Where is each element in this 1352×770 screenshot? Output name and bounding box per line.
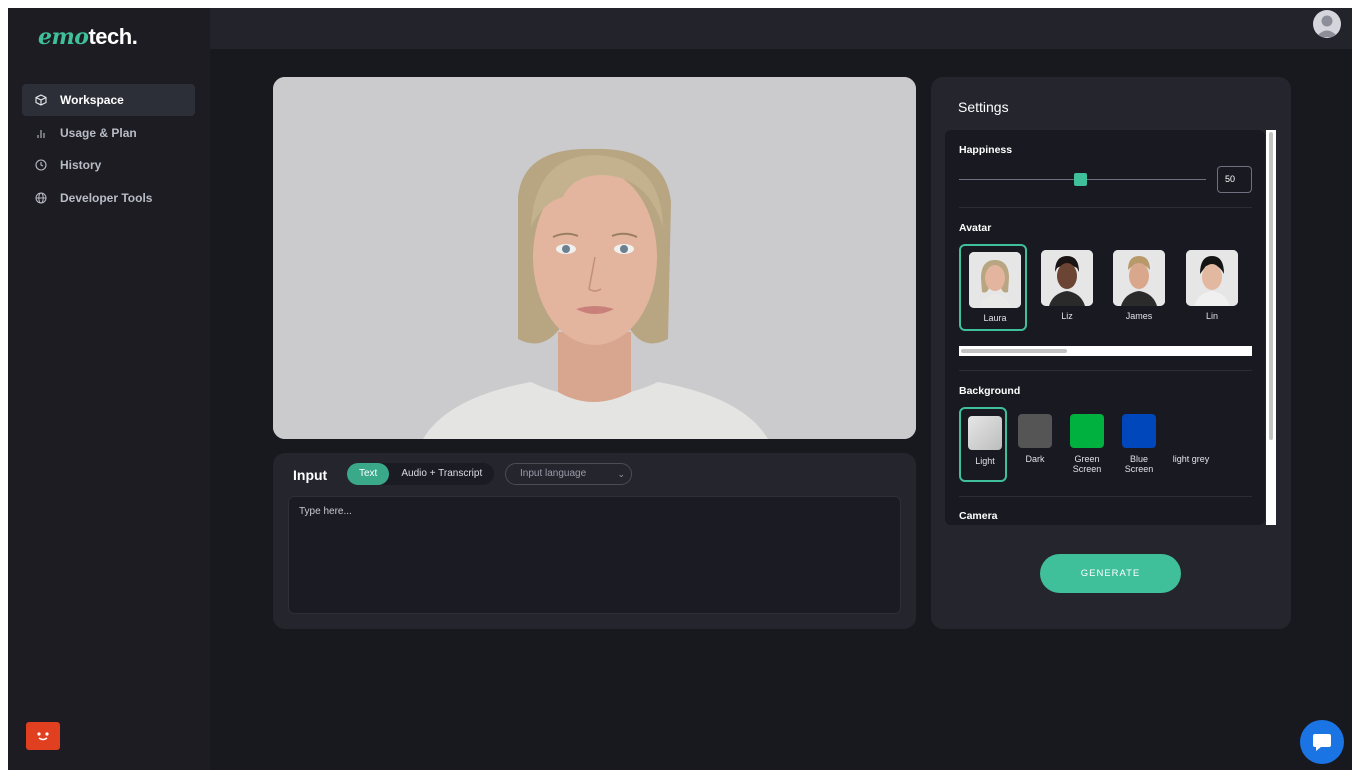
- input-title: Input: [293, 467, 328, 483]
- emotech-logo[interactable]: emotech.: [38, 24, 138, 50]
- avatar-option-lin[interactable]: Lin: [1178, 244, 1246, 331]
- background-option-light[interactable]: Light: [959, 407, 1007, 482]
- background-options: Light Dark Green Screen Blue Screen ligh…: [959, 407, 1252, 483]
- sidebar-item-developer-tools[interactable]: Developer Tools: [22, 182, 195, 214]
- background-swatch: [1018, 414, 1052, 448]
- settings-vertical-scrollbar[interactable]: [1266, 130, 1276, 525]
- sidebar-item-label: Developer Tools: [60, 190, 153, 205]
- background-name: Blue Screen: [1124, 454, 1154, 474]
- logo-prefix: emo: [38, 24, 89, 50]
- background-swatch: [1122, 414, 1156, 448]
- cube-icon: [34, 93, 48, 107]
- settings-panel: Settings Happiness 50 Avatar Laura Liz J…: [931, 77, 1291, 629]
- avatar-options: Laura Liz James Lin: [959, 244, 1252, 332]
- tab-text[interactable]: Text: [347, 463, 390, 485]
- text-input-area[interactable]: Type here...: [288, 496, 901, 614]
- avatar-thumbnail: [1113, 250, 1165, 306]
- avatar-render-image: [273, 77, 916, 439]
- sidebar-item-workspace[interactable]: Workspace: [22, 84, 195, 116]
- text-input-placeholder: Type here...: [299, 506, 352, 517]
- scrollbar-thumb[interactable]: [1269, 132, 1273, 440]
- sidebar: emotech. Workspace Usage & Plan History …: [8, 8, 210, 770]
- scrollbar-thumb[interactable]: [961, 349, 1067, 353]
- input-language-placeholder: Input language: [520, 468, 587, 479]
- happiness-slider-thumb[interactable]: [1074, 173, 1087, 186]
- happiness-value-input[interactable]: 50: [1217, 166, 1252, 193]
- sidebar-item-usage-plan[interactable]: Usage & Plan: [22, 117, 195, 149]
- user-avatar-icon[interactable]: [1313, 10, 1341, 38]
- camera-label: Camera: [959, 510, 998, 522]
- sidebar-item-history[interactable]: History: [22, 149, 195, 181]
- background-name: Light: [975, 456, 995, 466]
- background-swatch: [968, 416, 1002, 450]
- background-option-blue-screen[interactable]: Blue Screen: [1115, 407, 1163, 482]
- globe-icon: [34, 191, 48, 205]
- bar-chart-icon: [34, 126, 48, 140]
- logo-suffix: tech.: [88, 24, 138, 49]
- avatar-option-liz[interactable]: Liz: [1033, 244, 1101, 331]
- tab-audio-transcript[interactable]: Audio + Transcript: [389, 463, 494, 485]
- background-swatch: [1070, 414, 1104, 448]
- avatar-thumbnail: [1186, 250, 1238, 306]
- avatar-label: Avatar: [959, 222, 992, 234]
- divider: [959, 370, 1252, 371]
- generate-button[interactable]: GENERATE: [1040, 554, 1181, 593]
- clock-icon: [34, 158, 48, 172]
- avatar-option-laura[interactable]: Laura: [959, 244, 1027, 331]
- background-option-dark[interactable]: Dark: [1011, 407, 1059, 482]
- input-panel: Input Text Audio + Transcript Input lang…: [273, 453, 916, 629]
- avatar-name: Lin: [1205, 311, 1218, 321]
- settings-title: Settings: [958, 99, 1009, 115]
- background-option-light-grey[interactable]: light grey: [1167, 407, 1215, 482]
- happiness-label: Happiness: [959, 144, 1013, 156]
- input-mode-toggle: Text Audio + Transcript: [347, 463, 495, 485]
- sidebar-item-label: History: [60, 158, 102, 172]
- top-bar: [210, 8, 1352, 49]
- input-language-select[interactable]: Input language ⌄: [505, 463, 632, 485]
- background-name: Dark: [1025, 454, 1045, 464]
- background-option-green-screen[interactable]: Green Screen: [1063, 407, 1111, 482]
- avatar-name: Laura: [983, 313, 1007, 323]
- background-name: light grey: [1172, 454, 1210, 464]
- avatar-thumbnail: [1041, 250, 1093, 306]
- sidebar-item-label: Workspace: [60, 93, 124, 107]
- background-name: Green Screen: [1072, 454, 1102, 474]
- divider: [959, 496, 1252, 497]
- sidebar-nav: Workspace Usage & Plan History Developer…: [22, 84, 195, 214]
- avatar-option-james[interactable]: James: [1105, 244, 1173, 331]
- avatar-name: James: [1125, 311, 1153, 321]
- avatar-video-preview: [273, 77, 916, 439]
- settings-scroll-area: Happiness 50 Avatar Laura Liz James Lin …: [945, 130, 1265, 525]
- sidebar-item-label: Usage & Plan: [60, 125, 137, 140]
- chevron-down-icon: ⌄: [617, 469, 625, 479]
- divider: [959, 207, 1252, 208]
- bot-face-icon[interactable]: [26, 722, 60, 750]
- background-label: Background: [959, 385, 1021, 397]
- chat-bubble-icon[interactable]: [1300, 720, 1344, 764]
- avatar-horizontal-scrollbar[interactable]: [959, 346, 1252, 356]
- avatar-thumbnail: [969, 252, 1021, 308]
- avatar-name: Liz: [1061, 311, 1073, 321]
